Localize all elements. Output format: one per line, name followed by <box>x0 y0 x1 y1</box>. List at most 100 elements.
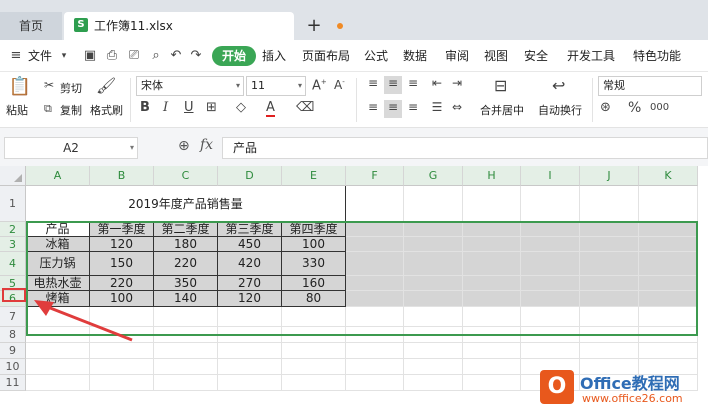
print-icon[interactable]: ⎚ <box>126 48 142 64</box>
cell[interactable] <box>463 307 521 327</box>
italic-icon[interactable]: I <box>163 100 168 115</box>
cell[interactable] <box>463 327 521 343</box>
align-middle-icon[interactable]: ≡ <box>384 76 402 94</box>
cell[interactable] <box>154 327 218 343</box>
column-header-b[interactable]: B <box>90 166 154 186</box>
indent-increase-icon[interactable]: ⇥ <box>448 76 466 94</box>
cell[interactable] <box>404 186 463 222</box>
cell[interactable] <box>282 375 346 391</box>
column-header-f[interactable]: F <box>346 166 404 186</box>
cell[interactable] <box>282 359 346 375</box>
menu-insert[interactable]: 插入 <box>262 40 286 72</box>
menu-special[interactable]: 特色功能 <box>633 40 681 72</box>
clear-format-icon[interactable]: ⌫ <box>296 100 314 115</box>
cell[interactable] <box>463 343 521 359</box>
currency-icon[interactable]: ⊛ <box>600 100 611 115</box>
menu-security[interactable]: 安全 <box>524 40 548 72</box>
cell[interactable] <box>463 359 521 375</box>
cell[interactable] <box>218 307 282 327</box>
format-painter-button[interactable]: 格式刷 <box>90 102 123 118</box>
cell[interactable] <box>639 252 698 276</box>
font-color-icon[interactable]: A <box>266 100 275 117</box>
cell[interactable] <box>639 276 698 291</box>
align-right-icon[interactable]: ≡ <box>404 100 422 118</box>
cell[interactable] <box>346 291 404 307</box>
cell[interactable] <box>218 375 282 391</box>
align-center-icon[interactable]: ≡ <box>384 100 402 118</box>
border-icon[interactable]: ⊞ <box>206 100 217 115</box>
copy-button[interactable]: 复制 <box>60 102 82 118</box>
wrap-text-button[interactable]: 自动换行 <box>538 102 582 118</box>
cell[interactable] <box>639 186 698 222</box>
cell[interactable] <box>521 237 580 252</box>
menu-review[interactable]: 审阅 <box>445 40 469 72</box>
name-box[interactable]: A2 <box>4 137 138 159</box>
cell[interactable] <box>521 307 580 327</box>
data-cell[interactable]: 180 <box>154 237 218 252</box>
tab-document[interactable]: S 工作簿11.xlsx <box>64 12 343 40</box>
cell[interactable] <box>346 237 404 252</box>
menu-data[interactable]: 数据 <box>403 40 427 72</box>
data-cell[interactable]: 270 <box>218 276 282 291</box>
data-cell[interactable]: 冰箱 <box>26 237 90 252</box>
redo-icon[interactable]: ↷ <box>188 48 204 64</box>
justify-icon[interactable]: ☰ <box>428 100 446 118</box>
cell[interactable] <box>404 343 463 359</box>
cell[interactable] <box>580 186 639 222</box>
cell[interactable] <box>404 307 463 327</box>
cell[interactable] <box>463 375 521 391</box>
save-icon[interactable]: ▣ <box>82 48 98 64</box>
data-cell[interactable]: 80 <box>282 291 346 307</box>
column-header-d[interactable]: D <box>218 166 282 186</box>
new-tab-button[interactable]: + <box>300 12 328 40</box>
cell[interactable] <box>463 237 521 252</box>
cell[interactable] <box>26 359 90 375</box>
wrap-text-icon[interactable]: ↩ <box>552 76 565 95</box>
cell[interactable] <box>404 359 463 375</box>
cell[interactable] <box>521 276 580 291</box>
cell[interactable] <box>463 222 521 237</box>
cell[interactable] <box>404 291 463 307</box>
cell[interactable] <box>218 327 282 343</box>
cell[interactable] <box>346 375 404 391</box>
cell[interactable] <box>218 359 282 375</box>
row-header-10[interactable]: 10 <box>0 359 26 375</box>
cell[interactable] <box>346 343 404 359</box>
tab-home[interactable]: 首页 <box>0 12 62 40</box>
data-cell[interactable]: 压力锅 <box>26 252 90 276</box>
cell[interactable] <box>580 237 639 252</box>
decrease-font-icon[interactable]: A- <box>334 78 345 92</box>
select-all-corner[interactable] <box>0 166 26 186</box>
data-cell[interactable]: 140 <box>154 291 218 307</box>
font-name-select[interactable]: 宋体 ▾ <box>136 76 244 96</box>
column-header-j[interactable]: J <box>580 166 639 186</box>
cell[interactable] <box>639 327 698 343</box>
cell[interactable] <box>90 375 154 391</box>
export-icon[interactable]: ⎙ <box>104 48 120 64</box>
cell[interactable] <box>282 327 346 343</box>
cell[interactable] <box>521 327 580 343</box>
cell[interactable] <box>282 343 346 359</box>
paste-icon[interactable]: 📋 <box>8 76 32 98</box>
undo-icon[interactable]: ↶ <box>168 48 184 64</box>
cell[interactable] <box>580 327 639 343</box>
cell[interactable] <box>521 343 580 359</box>
chevron-down-icon[interactable]: ▾ <box>130 143 134 152</box>
cell[interactable] <box>218 343 282 359</box>
header-cell[interactable]: 第三季度 <box>218 222 282 237</box>
data-cell[interactable]: 220 <box>154 252 218 276</box>
cell[interactable] <box>346 186 404 222</box>
cell[interactable] <box>639 307 698 327</box>
row-header-11[interactable]: 11 <box>0 375 26 391</box>
data-cell[interactable]: 电热水壶 <box>26 276 90 291</box>
cell[interactable] <box>154 359 218 375</box>
cell[interactable] <box>346 252 404 276</box>
cell[interactable] <box>404 237 463 252</box>
data-cell[interactable]: 150 <box>90 252 154 276</box>
column-header-a[interactable]: A <box>26 166 90 186</box>
column-header-e[interactable]: E <box>282 166 346 186</box>
indent-decrease-icon[interactable]: ⇤ <box>428 76 446 94</box>
menu-file[interactable]: 文件 <box>28 40 52 72</box>
cell[interactable] <box>346 307 404 327</box>
cell[interactable] <box>639 343 698 359</box>
